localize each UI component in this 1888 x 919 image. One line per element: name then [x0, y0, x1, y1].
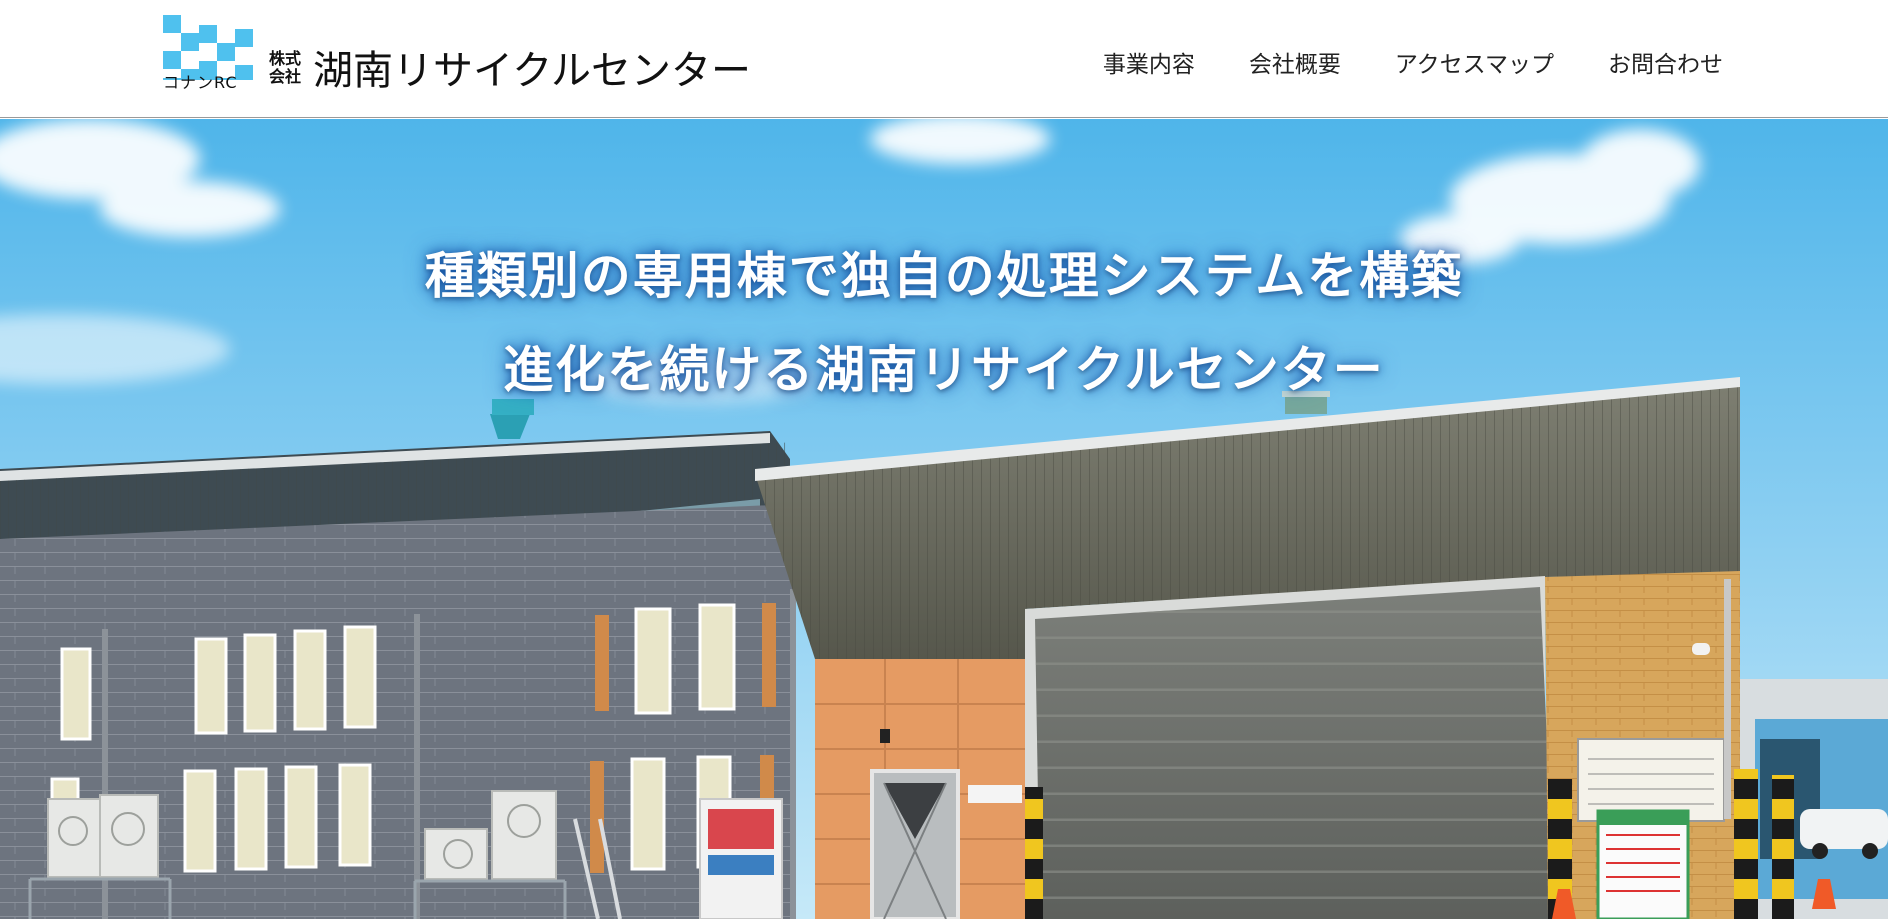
nav-item-business[interactable]: 事業内容 — [1103, 50, 1195, 80]
nav-item-company[interactable]: 会社概要 — [1249, 50, 1341, 80]
hero-catch-line-1: 種類別の専用棟で独自の処理システムを構築 — [424, 246, 1464, 305]
nav-item-contact[interactable]: お問合わせ — [1608, 50, 1723, 80]
hero-catch-line-2: 進化を続ける湖南リサイクルセンター — [503, 340, 1385, 399]
nav-item-access-map[interactable]: アクセスマップ — [1395, 50, 1554, 80]
site-header: コナンRC 株式会社 湖南リサイクルセンター 事業内容 会社概要 アクセスマップ… — [0, 0, 1888, 118]
logo-company-name: 湖南リサイクルセンター — [313, 48, 751, 94]
hero-banner: 種類別の専用棟で独自の処理システムを構築 進化を続ける湖南リサイクルセンター — [0, 119, 1888, 919]
company-logo[interactable]: コナンRC 株式会社 湖南リサイクルセンター — [163, 4, 751, 94]
hero-photo — [0, 119, 1888, 919]
logo-corp-type: 株式会社 — [269, 49, 302, 86]
main-nav: 事業内容 会社概要 アクセスマップ お問合わせ — [1049, 50, 1723, 80]
logo-roman-text: コナンRC — [163, 73, 238, 92]
